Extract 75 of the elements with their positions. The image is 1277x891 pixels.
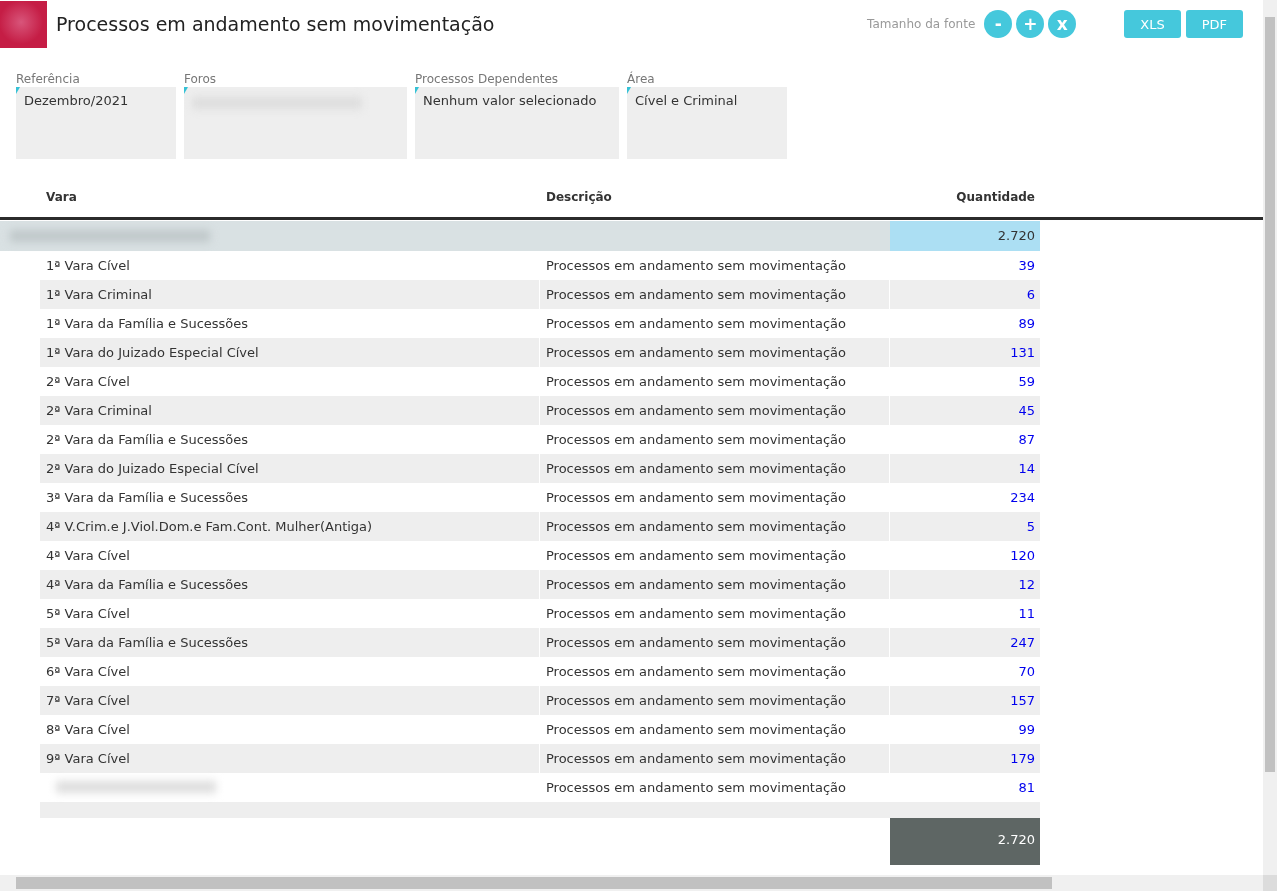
filter-label: Foros (184, 72, 218, 87)
table-cell-text: 2ª Vara do Juizado Especial Cível (45, 460, 260, 478)
table-cell-text: Processos em andamento sem movimentação (545, 750, 847, 768)
quantity-link[interactable]: 131 (890, 338, 1040, 367)
table-cell-text: 2ª Vara da Família e Sucessões (45, 431, 250, 449)
table-cell-text: 2ª Vara Cível (45, 373, 131, 391)
table-cell-text: 4ª Vara Cível (45, 547, 131, 565)
quantity-link[interactable]: 70 (890, 657, 1040, 686)
table-cell-text: 1ª Vara do Juizado Especial Cível (45, 344, 260, 362)
table-cell-text: Processos em andamento sem movimentação (545, 257, 847, 275)
vertical-scrollbar[interactable] (1263, 0, 1277, 875)
quantity-link[interactable]: 14 (890, 454, 1040, 483)
table-cell-text: 4ª Vara da Família e Sucessões (45, 576, 250, 594)
table-cell-text: 9ª Vara Cível (45, 750, 131, 768)
table-cell-text: Processos em andamento sem movimentação (545, 518, 847, 536)
table-cell-text: Processos em andamento sem movimentação (545, 634, 847, 652)
page-title: Processos em andamento sem movimentação (56, 13, 496, 35)
table-cell-text: 4ª V.Crim.e J.Viol.Dom.e Fam.Cont. Mulher(Antiga) (45, 518, 374, 536)
quantity-link[interactable]: 247 (890, 628, 1040, 657)
table-cell-text: 5ª Vara da Família e Sucessões (45, 634, 250, 652)
table-cell-text: Processos em andamento sem movimentação (545, 547, 847, 565)
quantity-link[interactable]: 59 (890, 367, 1040, 396)
quantity-link[interactable]: 11 (890, 599, 1040, 628)
filter-label: Processos Dependentes (415, 72, 560, 87)
table-cell-text: 5ª Vara Cível (45, 605, 131, 623)
quantity-link[interactable]: 157 (890, 686, 1040, 715)
group-total-cell: 2.720 (890, 221, 1040, 251)
quantity-link[interactable]: 45 (890, 396, 1040, 425)
table-cell-text: Processos em andamento sem movimentação (545, 286, 847, 304)
font-size-label: Tamanho da fonte (867, 17, 976, 31)
filter-field[interactable]: Cível e Criminal (627, 87, 787, 159)
column-header: Vara (45, 190, 78, 204)
table-cell-text: Processos em andamento sem movimentação (545, 402, 847, 420)
column-header: Descrição (545, 190, 613, 204)
quantity-link[interactable]: 234 (890, 483, 1040, 512)
table-cell-text: Processos em andamento sem movimentação (545, 663, 847, 681)
quantity-link[interactable]: 5 (890, 512, 1040, 541)
filter-field[interactable] (184, 87, 407, 159)
table-cell-text: 1ª Vara Cível (45, 257, 131, 275)
filter-label: Referência (16, 72, 81, 87)
quantity-link[interactable]: 6 (890, 280, 1040, 309)
table-cell-text: Processos em andamento sem movimentação (545, 721, 847, 739)
filter-field[interactable]: Dezembro/2021 (16, 87, 176, 159)
horizontal-scrollbar[interactable] (0, 875, 1263, 891)
table-cell-text: Processos em andamento sem movimentação (545, 460, 847, 478)
table-cell-text: Processos em andamento sem movimentação (545, 431, 847, 449)
quantity-link[interactable]: 120 (890, 541, 1040, 570)
quantity-link[interactable]: 87 (890, 425, 1040, 454)
quantity-link[interactable]: 179 (890, 744, 1040, 773)
table-cell-text: 8ª Vara Cível (45, 721, 131, 739)
quantity-link[interactable]: 12 (890, 570, 1040, 599)
total-cell: 2.720 (890, 818, 1040, 865)
table-cell-text: 1ª Vara da Família e Sucessões (45, 315, 250, 333)
table-cell-text: Processos em andamento sem movimentação (545, 779, 847, 797)
table-cell-text: 1ª Vara Criminal (45, 286, 153, 304)
column-header: Quantidade (955, 190, 1036, 204)
filter-label: Área (627, 72, 656, 87)
quantity-link[interactable]: 89 (890, 309, 1040, 338)
logo-icon (0, 0, 47, 48)
table-cell-text: Processos em andamento sem movimentação (545, 373, 847, 391)
quantity-link[interactable]: 81 (890, 773, 1040, 802)
table-cell-text: Processos em andamento sem movimentação (545, 605, 847, 623)
filter-field[interactable]: Nenhum valor selecionado (415, 87, 619, 159)
scrollbar-corner (1263, 875, 1277, 891)
table-cell-text: 2ª Vara Criminal (45, 402, 153, 420)
table-cell-text: Processos em andamento sem movimentação (545, 489, 847, 507)
table-cell-text: Processos em andamento sem movimentação (545, 692, 847, 710)
table-cell-text: 6ª Vara Cível (45, 663, 131, 681)
quantity-link[interactable]: 39 (890, 251, 1040, 280)
table-cell-text: Processos em andamento sem movimentação (545, 576, 847, 594)
table-cell-text: 7ª Vara Cível (45, 692, 131, 710)
table-cell-text: Processos em andamento sem movimentação (545, 315, 847, 333)
quantity-link[interactable]: 99 (890, 715, 1040, 744)
table-cell-text: 3ª Vara da Família e Sucessões (45, 489, 250, 507)
table-cell-text: Processos em andamento sem movimentação (545, 344, 847, 362)
